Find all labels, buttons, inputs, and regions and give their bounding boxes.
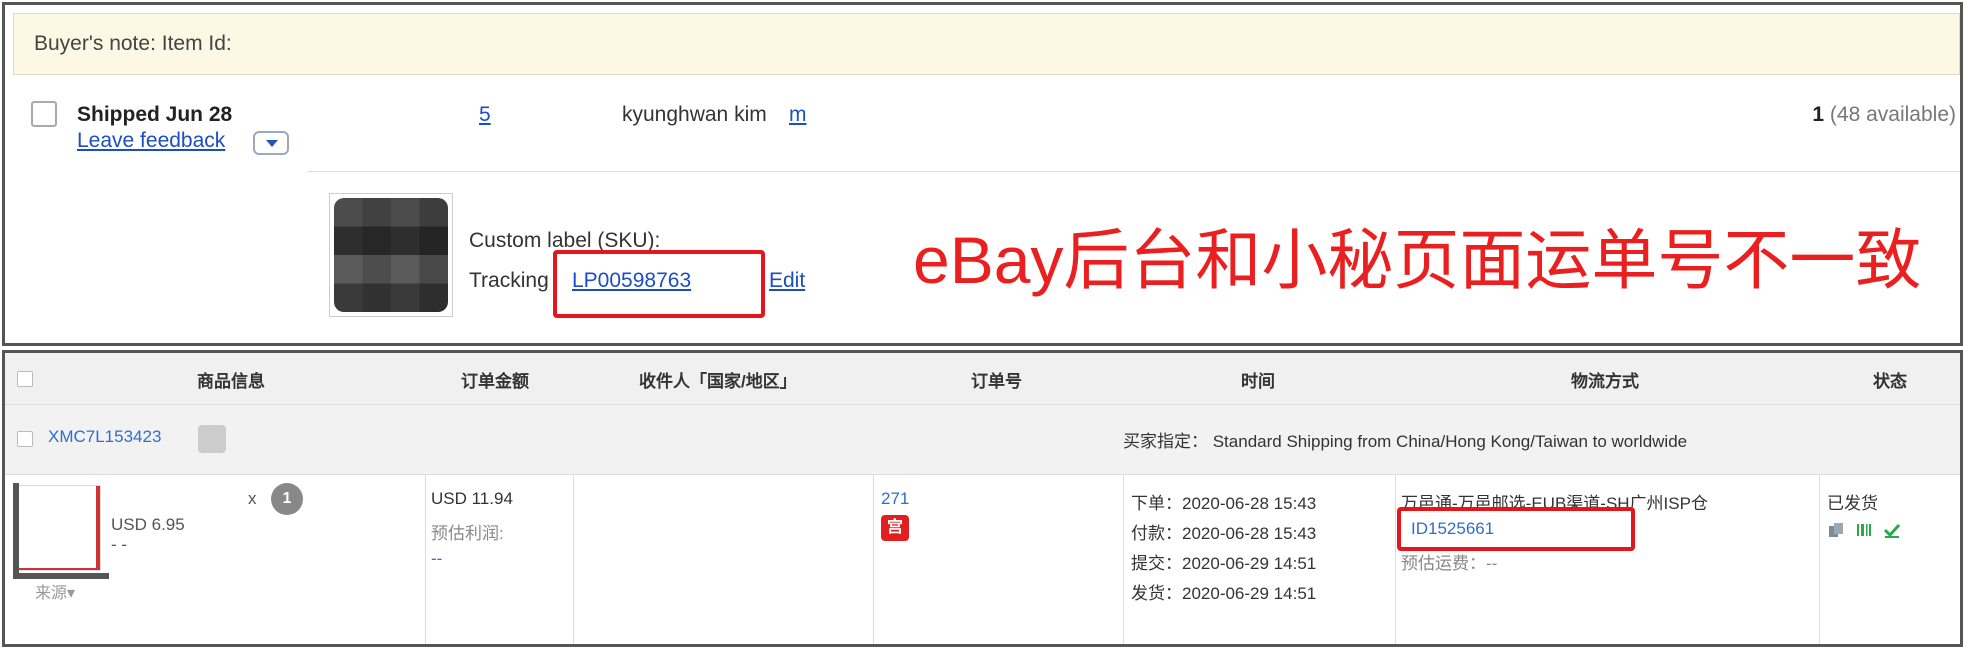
- col-divider: [1819, 475, 1820, 644]
- header-status: 状态: [1873, 372, 1907, 391]
- header-shipping: 物流方式: [1571, 372, 1639, 391]
- status-actions: [1827, 521, 1901, 539]
- time-ordered: 下单：2020-06-28 15:43: [1131, 494, 1317, 513]
- quantity-info: 1 (48 available): [1812, 103, 1956, 127]
- col-divider: [573, 475, 574, 644]
- buyer-note: Buyer's note: Item Id:: [13, 13, 1960, 75]
- time-submitted: 提交：2020-06-29 14:51: [1131, 554, 1317, 573]
- feedback-dropdown-button[interactable]: [253, 131, 289, 155]
- quantity-badge: 1: [271, 483, 303, 515]
- select-all-checkbox[interactable]: [17, 371, 33, 387]
- store-icon: [198, 425, 226, 453]
- buyer-selected-shipping: 买家指定： Standard Shipping from China/Hong …: [1123, 432, 1688, 451]
- col-divider: [1395, 475, 1396, 644]
- highlight-box-xiaomi-tracking: [1397, 507, 1635, 551]
- qty-link[interactable]: 5: [479, 103, 491, 127]
- quantity-count: 1: [1812, 103, 1825, 126]
- estimated-shipping-fee: 预估运费：--: [1401, 554, 1498, 573]
- profit-value-link[interactable]: --: [431, 549, 442, 569]
- leave-feedback-link[interactable]: Leave feedback: [77, 129, 225, 153]
- buyer-link[interactable]: m: [789, 103, 807, 127]
- table-header: 商品信息 订单金额 收件人「国家/地区」 订单号 时间 物流方式 状态: [5, 353, 1960, 405]
- unit-price: USD 6.95: [111, 515, 185, 534]
- xiaomi-order-panel: 商品信息 订单金额 收件人「国家/地区」 订单号 时间 物流方式 状态 XMC7…: [2, 350, 1963, 647]
- highlight-box-ebay-tracking: [553, 250, 765, 318]
- col-divider: [1123, 475, 1124, 644]
- header-recipient: 收件人「国家/地区」: [639, 372, 797, 391]
- buyer-note-text: Buyer's note: Item Id:: [34, 32, 232, 55]
- header-time: 时间: [1241, 372, 1275, 391]
- time-shipped: 发货：2020-06-29 14:51: [1131, 584, 1317, 603]
- order-header-row: XMC7L153423 买家指定： Standard Shipping from…: [5, 405, 1960, 475]
- check-icon[interactable]: [1883, 521, 1901, 539]
- source-dropdown[interactable]: 来源▾: [35, 579, 75, 603]
- barcode-icon[interactable]: [1855, 521, 1873, 539]
- annotation-text: eBay后台和小秘页面运单号不一致: [913, 223, 1922, 297]
- item-thumbnail[interactable]: [329, 193, 453, 317]
- edit-tracking-link[interactable]: Edit: [769, 269, 805, 293]
- copy-icon[interactable]: [1827, 521, 1845, 539]
- header-product: 商品信息: [197, 372, 265, 391]
- order-id-link[interactable]: XMC7L153423: [48, 427, 161, 447]
- product-image[interactable]: [13, 483, 109, 579]
- divider: [307, 171, 1960, 172]
- order-checkbox[interactable]: [17, 431, 33, 447]
- order-status: 已发货: [1827, 494, 1878, 513]
- header-order-no: 订单号: [971, 372, 1022, 391]
- time-paid: 付款：2020-06-28 15:43: [1131, 524, 1317, 543]
- quantity-multiplier: x: [248, 489, 257, 508]
- header-amount: 订单金额: [461, 372, 529, 391]
- profit-label: 预估利润:: [431, 524, 504, 543]
- time-list: 下单：2020-06-28 15:43 付款：2020-06-28 15:43 …: [1131, 489, 1316, 609]
- platform-badge: 宫: [881, 515, 909, 541]
- buyer-name: kyunghwan kim: [622, 103, 767, 126]
- ebay-order-panel: Buyer's note: Item Id: Shipped Jun 28 Le…: [2, 2, 1963, 346]
- order-row: Shipped Jun 28 Leave feedback 5 kyunghwa…: [5, 87, 1960, 167]
- order-number-link[interactable]: 271: [881, 489, 909, 509]
- order-checkbox[interactable]: [31, 101, 57, 127]
- item-image: [334, 198, 448, 312]
- tracking-label: Tracking: [469, 269, 549, 292]
- shipped-status: Shipped Jun 28: [77, 103, 233, 126]
- col-divider: [425, 475, 426, 644]
- available-count: (48 available): [1829, 103, 1956, 126]
- col-divider: [873, 475, 874, 644]
- order-detail-row: x 1 USD 6.95 - - 来源▾ USD 11.94 预估利润: -- …: [5, 475, 1960, 644]
- product-dash: - -: [111, 535, 128, 554]
- order-amount: USD 11.94: [431, 489, 513, 508]
